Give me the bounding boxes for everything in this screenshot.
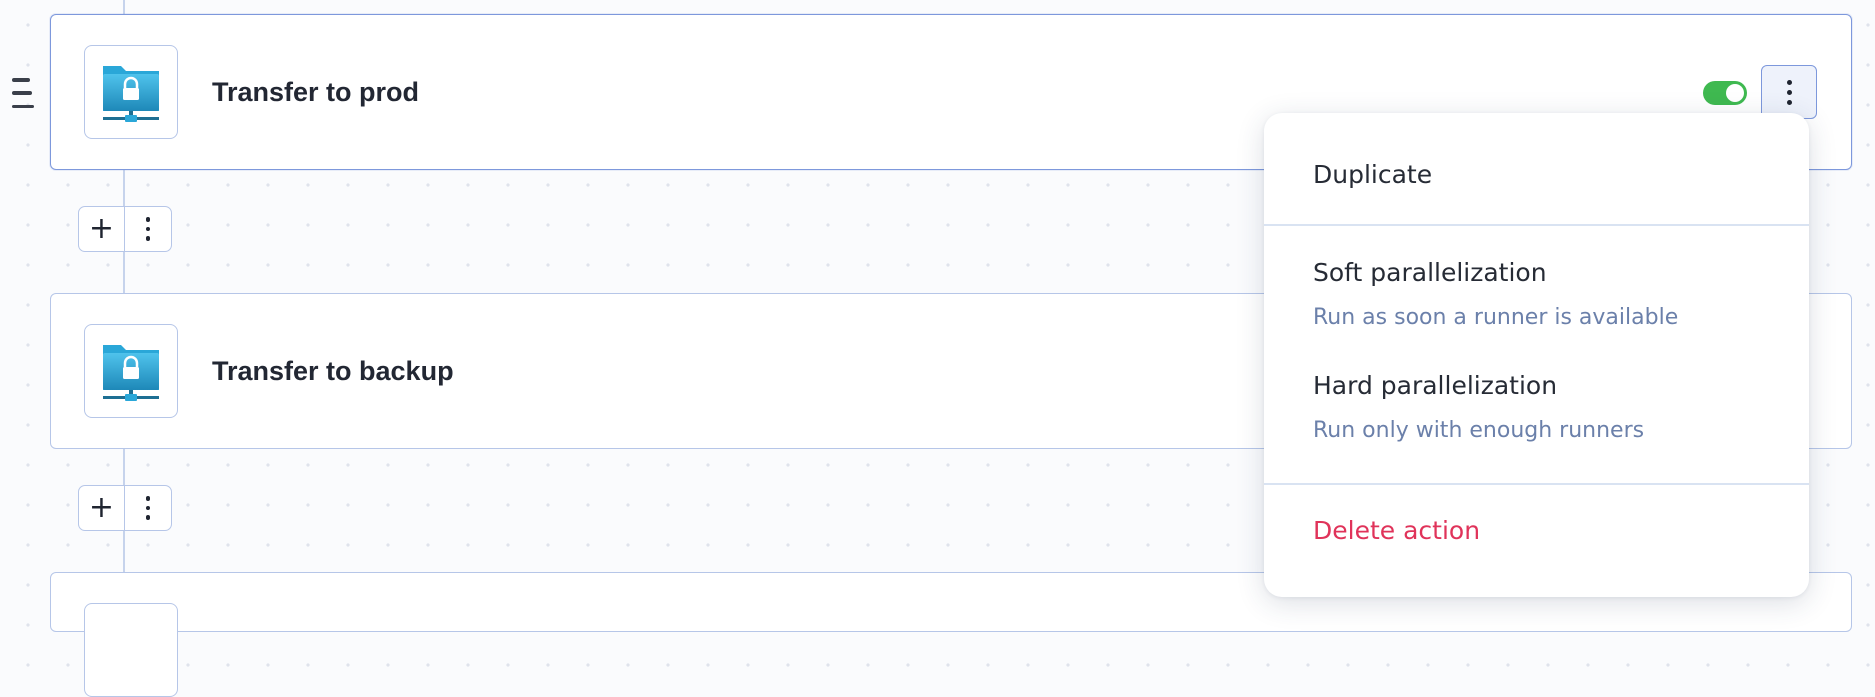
action-more-button[interactable]: [1761, 65, 1817, 119]
menu-divider: [1264, 224, 1809, 226]
sftp-folder-lock-icon: [84, 45, 178, 139]
menu-item-duplicate[interactable]: Duplicate: [1313, 160, 1432, 189]
menu-item-description: Run only with enough runners: [1313, 418, 1645, 443]
more-vertical-icon: [145, 217, 151, 222]
add-options-button[interactable]: [125, 486, 171, 530]
drag-handle-icon[interactable]: [12, 78, 36, 108]
action-enabled-toggle[interactable]: [1703, 81, 1747, 105]
add-action-button[interactable]: +: [79, 486, 125, 530]
action-icon: [84, 603, 178, 697]
menu-item-delete-action[interactable]: Delete action: [1313, 516, 1480, 545]
action-context-menu: Duplicate Soft parallelization Run as so…: [1264, 113, 1809, 597]
more-vertical-icon: [145, 496, 151, 501]
more-vertical-icon: [1786, 79, 1792, 85]
menu-divider: [1264, 483, 1809, 485]
menu-item-label: Duplicate: [1313, 160, 1433, 189]
add-action-button[interactable]: +: [79, 207, 125, 251]
menu-item-label: Soft parallelization: [1313, 258, 1547, 287]
add-action-group: +: [78, 485, 172, 531]
menu-item-label: Delete action: [1313, 516, 1481, 545]
action-title: Transfer to backup: [212, 356, 454, 386]
add-options-button[interactable]: [125, 207, 171, 251]
sftp-folder-lock-icon: [84, 324, 178, 418]
menu-item-hard-parallelization[interactable]: Hard parallelization Run only with enoug…: [1313, 371, 1644, 443]
menu-item-soft-parallelization[interactable]: Soft parallelization Run as soon a runne…: [1313, 258, 1678, 330]
menu-item-label: Hard parallelization: [1313, 371, 1558, 400]
action-title: Transfer to prod: [212, 77, 420, 107]
menu-item-description: Run as soon a runner is available: [1313, 305, 1679, 330]
add-action-group: +: [78, 206, 172, 252]
